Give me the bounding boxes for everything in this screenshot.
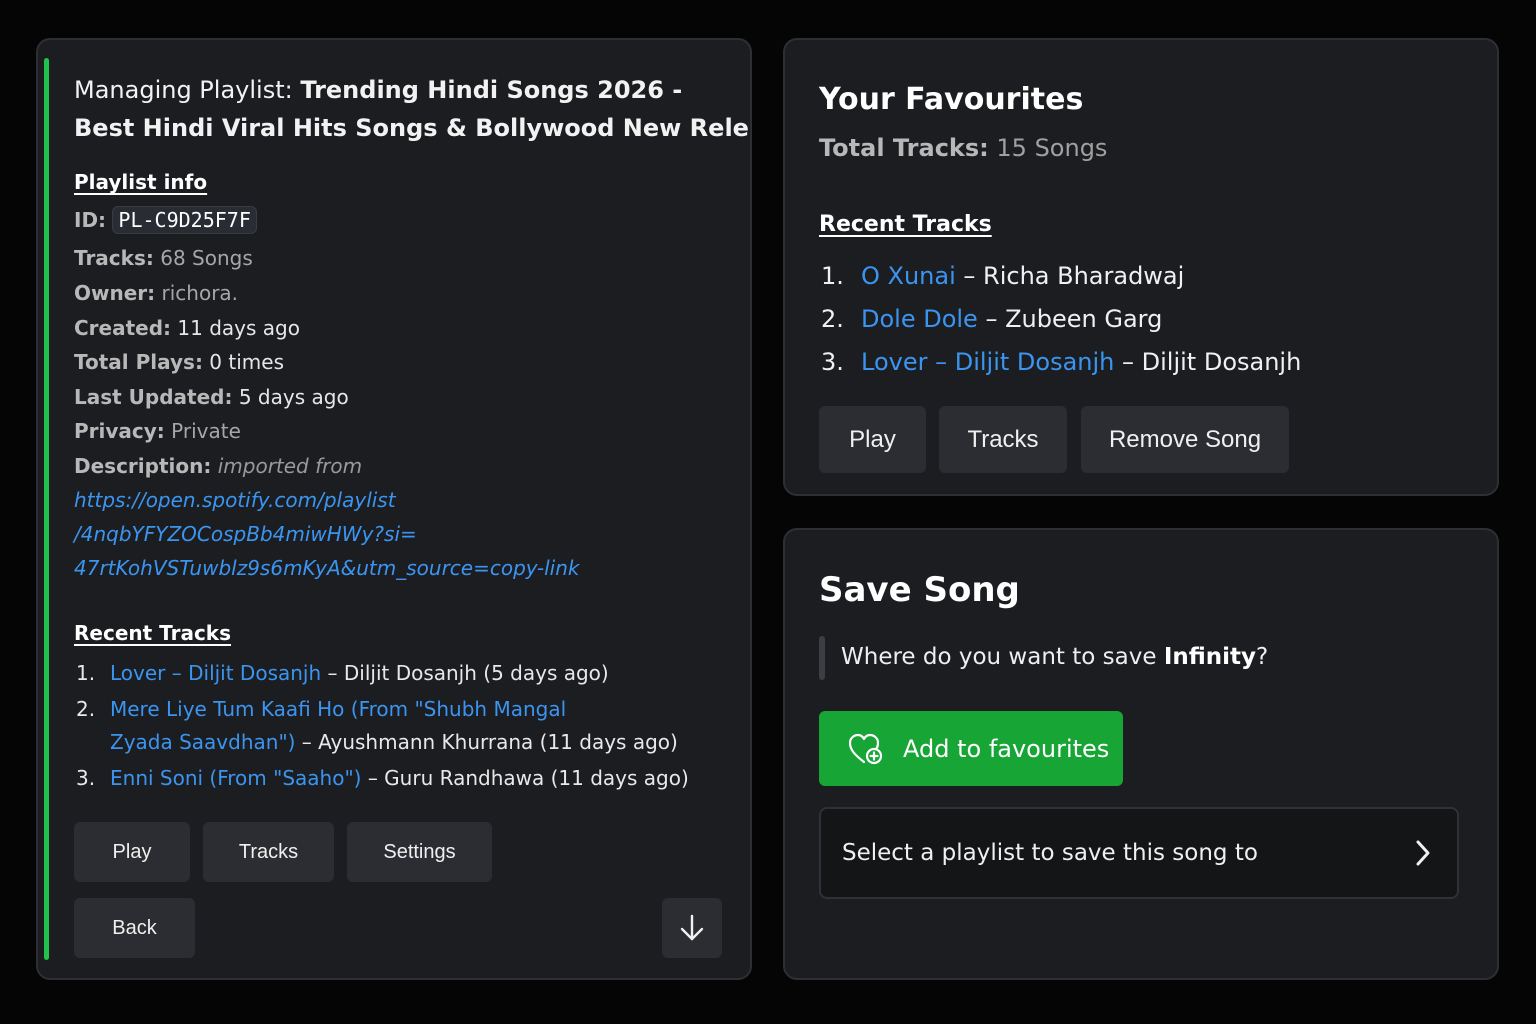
info-tracks: Tracks: 68 Songs: [74, 246, 253, 270]
play-button[interactable]: Play: [74, 822, 190, 882]
list-item: Zyada Saavdhan") – Ayushmann Khurrana (1…: [110, 730, 678, 754]
favourites-recent-header: Recent Tracks: [819, 212, 992, 237]
playlist-card: Managing Playlist: Trending Hindi Songs …: [36, 38, 752, 980]
list-item: Enni Soni (From "Saaho") – Guru Randhawa…: [110, 766, 689, 790]
playlist-title-line2: Best Hindi Viral Hits Songs & Bollywood …: [74, 114, 752, 142]
playlist-select-placeholder: Select a playlist to save this song to: [842, 840, 1258, 866]
back-button[interactable]: Back: [74, 898, 195, 958]
track-link[interactable]: O Xunai: [861, 262, 956, 290]
list-item: Dole Dole – Zubeen Garg: [861, 305, 1163, 333]
info-created: Created: 11 days ago: [74, 316, 300, 340]
description-link-line3[interactable]: 47rtKohVSTuwblz9s6mKyA&utm_source=copy-l…: [74, 556, 580, 580]
chevron-right-icon: [1416, 840, 1430, 866]
favourites-title: Your Favourites: [819, 82, 1084, 117]
info-updated: Last Updated: 5 days ago: [74, 385, 349, 409]
scroll-down-button[interactable]: [662, 898, 722, 958]
remove-song-button[interactable]: Remove Song: [1081, 406, 1289, 473]
list-item: 1.: [821, 262, 844, 290]
fav-play-button[interactable]: Play: [819, 406, 926, 473]
list-item: Mere Liye Tum Kaafi Ho (From "Shubh Mang…: [110, 697, 566, 721]
playlist-id-chip[interactable]: PL-C9D25F7F: [112, 206, 257, 234]
accent-bar: [44, 58, 49, 960]
track-link[interactable]: Mere Liye Tum Kaafi Ho (From "Shubh Mang…: [110, 697, 566, 721]
list-item: Lover – Diljit Dosanjh – Diljit Dosanjh …: [110, 661, 609, 685]
track-link[interactable]: Dole Dole: [861, 305, 978, 333]
title-prefix: Managing Playlist:: [74, 76, 301, 104]
track-link[interactable]: Lover – Diljit Dosanjh: [861, 348, 1114, 376]
playlist-name: Trending Hindi Songs 2026 -: [300, 76, 683, 104]
favourites-card: Your Favourites Total Tracks: 15 Songs R…: [783, 38, 1499, 496]
save-song-title: Save Song: [819, 570, 1020, 610]
description-link-line1[interactable]: https://open.spotify.com/playlist: [74, 488, 396, 512]
playlist-title-line1: Managing Playlist: Trending Hindi Songs …: [74, 76, 682, 104]
info-owner: Owner: richora.: [74, 281, 239, 305]
list-item: O Xunai – Richa Bharadwaj: [861, 262, 1185, 290]
arrow-down-icon: [680, 914, 704, 941]
info-description: Description: imported from: [74, 454, 363, 478]
song-name: Infinity: [1163, 644, 1257, 670]
save-song-card: Save Song Where do you want to save Infi…: [783, 528, 1499, 980]
tracks-button[interactable]: Tracks: [203, 822, 334, 882]
playlist-info-header: Playlist info: [74, 170, 208, 194]
track-link[interactable]: Zyada Saavdhan"): [110, 730, 295, 754]
favourites-total: Total Tracks: 15 Songs: [819, 134, 1108, 162]
playlist-select[interactable]: Select a playlist to save this song to: [819, 807, 1459, 899]
save-question: Where do you want to save Infinity?: [841, 644, 1269, 670]
add-to-favourites-button[interactable]: Add to favourites: [819, 711, 1123, 786]
recent-tracks-header: Recent Tracks: [74, 621, 232, 645]
fav-tracks-button[interactable]: Tracks: [939, 406, 1067, 473]
list-item: 1.: [76, 661, 96, 685]
info-plays: Total Plays: 0 times: [74, 350, 284, 374]
description-link-line2[interactable]: /4nqbYFYZOCospBb4miwHWy?si=: [74, 522, 417, 546]
info-id: ID: PL-C9D25F7F: [74, 206, 257, 234]
heart-plus-icon: [848, 733, 883, 764]
track-link[interactable]: Enni Soni (From "Saaho"): [110, 766, 361, 790]
track-link[interactable]: Lover – Diljit Dosanjh: [110, 661, 321, 685]
add-favourites-label: Add to favourites: [903, 734, 1110, 763]
list-item: 3.: [821, 348, 844, 376]
quote-bar: [819, 636, 825, 680]
list-item: 2.: [76, 697, 96, 721]
list-item: 3.: [76, 766, 96, 790]
playlist-name-cont: Best Hindi Viral Hits Songs & Bollywood …: [74, 114, 752, 142]
list-item: Lover – Diljit Dosanjh – Diljit Dosanjh: [861, 348, 1302, 376]
settings-button[interactable]: Settings: [347, 822, 492, 882]
list-item: 2.: [821, 305, 844, 333]
info-privacy: Privacy: Private: [74, 419, 241, 443]
